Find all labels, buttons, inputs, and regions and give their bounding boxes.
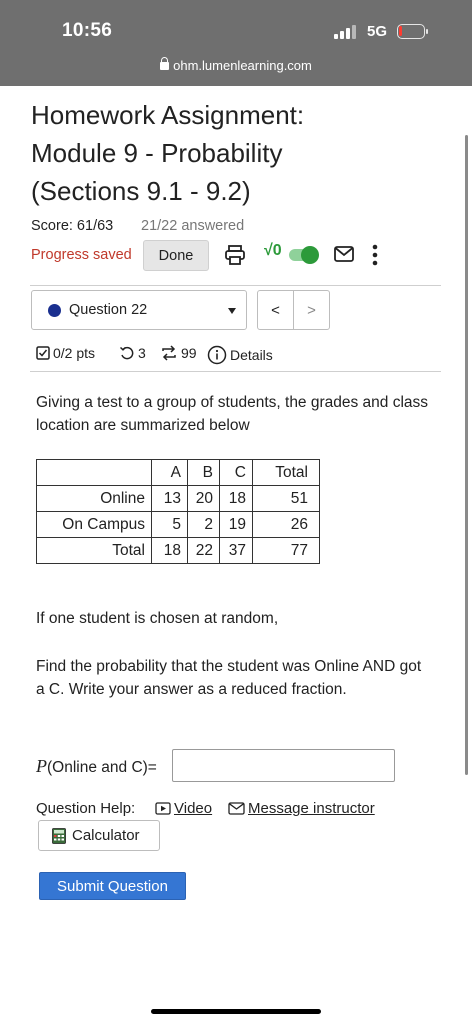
table-header-cell: B [187, 459, 220, 486]
signal-icon [334, 25, 356, 39]
question-help-label: Question Help: [36, 800, 136, 817]
url-bar[interactable]: ohm.lumenlearning.com [0, 57, 472, 73]
table-cell: 18 [219, 485, 253, 512]
details-text: Details [230, 347, 273, 363]
table-cell: 19 [219, 511, 253, 538]
question-nav: < > [257, 290, 330, 330]
table-header-cell: A [151, 459, 188, 486]
points-badge: 0/2 pts [36, 345, 95, 361]
answer-input[interactable] [172, 749, 395, 782]
table-row: Online 13 20 18 51 [36, 485, 320, 512]
message-instructor-link[interactable]: Message instructor [228, 800, 375, 817]
table-row: A B C Total [36, 459, 320, 486]
table-cell: Online [36, 485, 152, 512]
divider [30, 285, 441, 286]
table-cell: 26 [252, 511, 320, 538]
url-domain: ohm.lumenlearning.com [173, 58, 312, 73]
table-cell: 37 [219, 537, 253, 564]
caret-down-icon [228, 308, 236, 314]
attempts-count: 99 [181, 345, 197, 361]
title-line-1: Homework Assignment: [31, 100, 305, 130]
next-question-button[interactable]: > [293, 291, 329, 329]
answer-label: P(Online and C)= [36, 756, 157, 777]
attempts-badge: 99 [160, 345, 197, 361]
lock-icon [160, 57, 170, 70]
probability-prompt: Find the probability that the student wa… [36, 658, 422, 698]
table-cell: Total [36, 537, 152, 564]
table-row: Total 18 22 37 77 [36, 537, 320, 564]
math-entry-toggle[interactable] [289, 246, 319, 264]
home-indicator[interactable] [151, 1009, 321, 1014]
clock-time: 10:56 [62, 20, 113, 41]
answered-count: 21/22 answered [141, 218, 245, 234]
title-line-2: Module 9 - Probability [31, 138, 283, 168]
repeat-icon [162, 345, 176, 361]
table-cell: 20 [187, 485, 220, 512]
table-cell: 5 [151, 511, 188, 538]
message-instructor-text: Message instructor [248, 800, 375, 817]
random-selection-text: If one student is chosen at random, [36, 610, 279, 627]
grades-table: A B C Total Online 13 20 18 51 On Campus… [36, 459, 320, 564]
page-scrollbar[interactable] [465, 135, 468, 775]
page-title: Homework Assignment: Module 9 - Probabil… [31, 96, 431, 210]
video-link[interactable]: Video [155, 800, 212, 817]
progress-saved-status: Progress saved [31, 247, 132, 263]
checkbox-icon [36, 346, 50, 360]
table-cell: 18 [151, 537, 188, 564]
table-header-cell: Total [252, 459, 320, 486]
calculator-icon [52, 827, 66, 844]
print-icon[interactable] [224, 244, 246, 266]
calculator-button[interactable]: Calculator [38, 820, 160, 851]
question-intro: Giving a test to a group of students, th… [36, 394, 429, 434]
table-cell: On Campus [36, 511, 152, 538]
title-line-3: (Sections 9.1 - 9.2) [31, 176, 251, 206]
math-entry-icon[interactable]: √0 [264, 242, 282, 260]
retries-count: 3 [138, 345, 146, 361]
divider [30, 371, 441, 372]
network-type: 5G [367, 23, 388, 40]
points-text: 0/2 pts [53, 345, 96, 361]
more-menu-icon[interactable] [370, 243, 380, 267]
table-header-cell: C [219, 459, 253, 486]
question-status-dot [48, 304, 61, 317]
answer-label-text: (Online and C)= [47, 759, 157, 776]
mail-icon[interactable] [334, 246, 354, 262]
question-select[interactable]: Question 22 [31, 290, 247, 330]
details-link[interactable]: Details [207, 345, 273, 365]
mail-icon [228, 802, 245, 815]
done-button[interactable]: Done [143, 240, 209, 271]
calculator-button-label: Calculator [72, 827, 140, 844]
table-cell: 51 [252, 485, 320, 512]
table-cell: 13 [151, 485, 188, 512]
score-text: Score: 61/63 [31, 218, 114, 234]
retry-icon [119, 346, 134, 360]
table-cell: 22 [187, 537, 220, 564]
table-header-cell [36, 459, 152, 486]
answer-function: P [36, 756, 47, 776]
table-cell: 2 [187, 511, 220, 538]
retries-badge: 3 [119, 345, 146, 361]
table-row: On Campus 5 2 19 26 [36, 511, 320, 538]
info-icon [207, 345, 227, 365]
status-bar: 10:56 5G ohm.lumenlearning.com [0, 0, 472, 86]
video-link-text: Video [174, 800, 213, 817]
battery-icon [397, 24, 428, 39]
question-select-label: Question 22 [69, 302, 148, 318]
table-cell: 77 [252, 537, 320, 564]
previous-question-button[interactable]: < [258, 291, 293, 329]
submit-question-button[interactable]: Submit Question [39, 872, 186, 900]
video-icon [155, 802, 171, 815]
